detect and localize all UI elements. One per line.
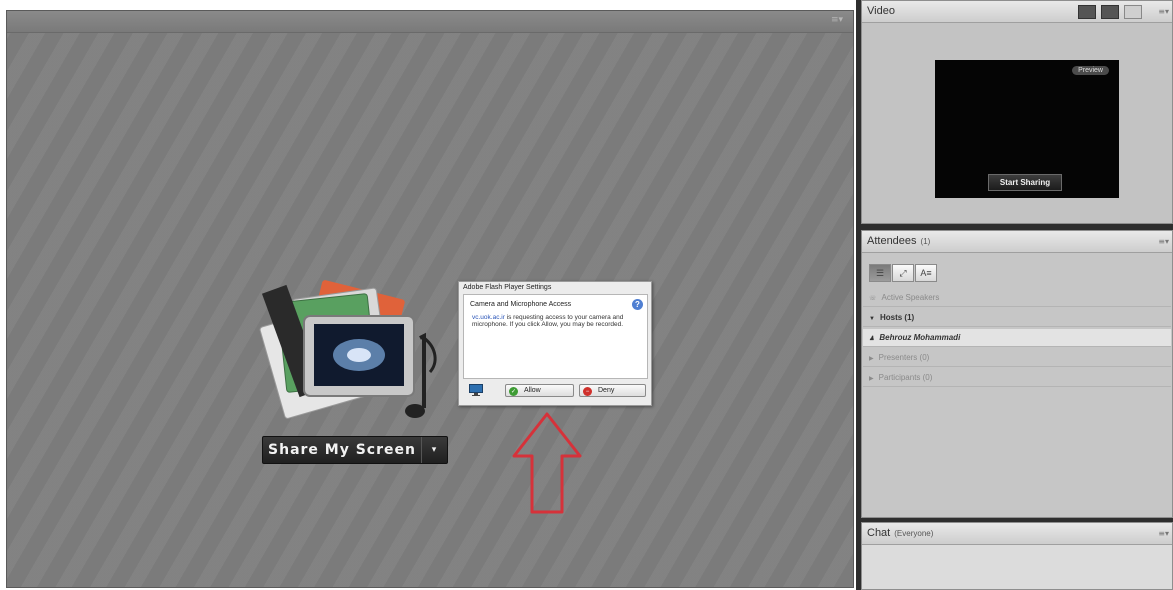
share-my-screen-button[interactable]: Share My Screen ▾ — [262, 436, 448, 464]
participants-label: Participants (0) — [878, 373, 933, 382]
deny-icon: − — [583, 387, 592, 396]
chat-title: Chat — [867, 527, 891, 539]
hosts-label: Hosts (1) — [879, 313, 915, 322]
video-preview-area: Preview Start Sharing — [935, 60, 1119, 198]
deny-button[interactable]: − Deny — [579, 384, 646, 397]
chevron-down-icon[interactable]: ▾ — [421, 437, 447, 463]
media-illustration — [259, 280, 437, 419]
chat-audience: (Everyone) — [894, 529, 934, 538]
user-icon: ♟ — [869, 336, 875, 342]
share-button-label: Share My Screen — [268, 442, 416, 458]
dialog-heading: Camera and Microphone Access — [470, 301, 572, 308]
music-note-head — [405, 404, 425, 418]
list-view-icon[interactable]: ☰ — [869, 264, 891, 282]
dialog-body: Camera and Microphone Access ? vc.uok.ac… — [463, 294, 648, 379]
sort-icon[interactable]: A≡ — [915, 264, 937, 282]
active-speakers-label: Active Speakers — [881, 293, 940, 302]
monitor-icon[interactable] — [469, 384, 483, 396]
chevron-right-icon: ▶ — [869, 376, 874, 382]
chevron-down-icon: ▼ — [869, 316, 875, 322]
pod-menu-icon[interactable]: ≡▾ — [1158, 237, 1169, 246]
requesting-domain: vc.uok.ac.ir — [472, 314, 505, 321]
pod-menu-icon[interactable]: ≡▾ — [831, 15, 843, 25]
video-layout-icons — [1078, 5, 1142, 19]
host-user-row[interactable]: ♟ Behrouz Mohammadi — [863, 329, 1171, 347]
start-sharing-button[interactable]: Start Sharing — [988, 174, 1062, 191]
allow-label: Allow — [524, 387, 541, 394]
fullscreen-icon[interactable] — [1124, 5, 1142, 19]
participants-group-row[interactable]: ▶ Participants (0) — [863, 369, 1171, 387]
share-pod-titlebar: ≡▾ — [7, 11, 853, 33]
grid-layout-icon[interactable] — [1078, 5, 1096, 19]
presenters-group-row[interactable]: ▶ Presenters (0) — [863, 349, 1171, 367]
dialog-title: Adobe Flash Player Settings — [463, 284, 552, 291]
flash-settings-dialog: Adobe Flash Player Settings Camera and M… — [458, 281, 652, 406]
filmstrip-layout-icon[interactable] — [1101, 5, 1119, 19]
expand-icon[interactable]: ⤢ — [892, 264, 914, 282]
speaker-icon: ☏ — [869, 296, 877, 302]
chat-pod-header: Chat (Everyone) ≡▾ — [862, 523, 1172, 545]
attendees-title: Attendees — [867, 235, 917, 247]
attendees-toolbar: ☰ ⤢ A≡ — [869, 264, 938, 282]
attendees-count: (1) — [920, 237, 931, 246]
allow-button[interactable]: ✓ Allow — [505, 384, 574, 397]
right-column: Video ≡▾ Preview Start Sharing Attendees… — [856, 0, 1173, 590]
red-up-arrow — [512, 412, 582, 514]
chevron-right-icon: ▶ — [869, 356, 874, 362]
chat-pod: Chat (Everyone) ≡▾ — [861, 522, 1173, 590]
attendees-pod: Attendees (1) ≡▾ ☰ ⤢ A≡ ☏ Active Speakers … — [861, 230, 1173, 518]
pod-menu-icon[interactable]: ≡▾ — [1158, 7, 1169, 16]
dialog-message: vc.uok.ac.ir is requesting access to you… — [472, 314, 640, 328]
check-icon: ✓ — [509, 387, 518, 396]
preview-badge: Preview — [1072, 66, 1109, 75]
pod-menu-icon[interactable]: ≡▾ — [1158, 529, 1169, 538]
video-pod-header: Video ≡▾ — [862, 1, 1172, 23]
attendees-pod-header: Attendees (1) ≡▾ — [862, 231, 1172, 253]
active-speakers-row[interactable]: ☏ Active Speakers — [863, 289, 1171, 307]
help-icon[interactable]: ? — [632, 299, 643, 310]
hosts-group-row[interactable]: ▼ Hosts (1) — [863, 309, 1171, 327]
host-user-name: Behrouz Mohammadi — [879, 333, 961, 342]
presenters-label: Presenters (0) — [878, 353, 930, 362]
screen-glow-core — [347, 348, 371, 362]
video-pod-title: Video — [867, 5, 895, 17]
deny-label: Deny — [598, 387, 615, 394]
video-pod: Video ≡▾ Preview Start Sharing — [861, 0, 1173, 224]
music-note-stem — [419, 332, 426, 408]
